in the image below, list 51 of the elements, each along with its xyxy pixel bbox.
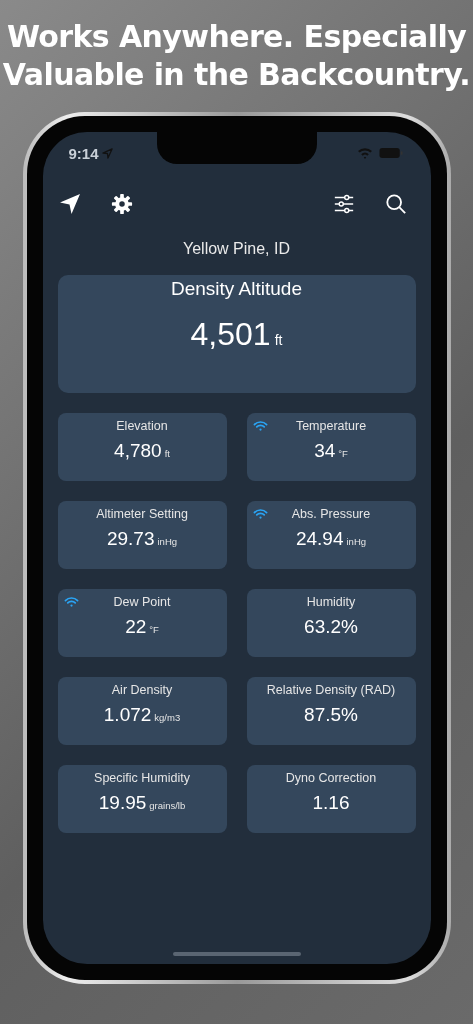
card-value: 87.5% [304, 704, 358, 726]
card-value: 4,501 [190, 316, 271, 353]
status-time: 9:14 [68, 144, 99, 162]
card-value: 1.16 [312, 792, 350, 814]
card-value: 22 [125, 616, 147, 638]
wifi-icon [356, 147, 373, 159]
reading-card[interactable]: Altimeter Setting 29.73 inHg [57, 501, 227, 569]
location-name: Yellow Pine, ID [183, 240, 290, 258]
headline-text: Valuable in the Backcountry. [2, 56, 471, 94]
unit-label: °F [149, 624, 159, 635]
location-arrow-icon [101, 147, 113, 159]
unit-label: ft [274, 332, 283, 348]
card-value: 29.73 [106, 528, 155, 550]
unit-label: kg/m3 [154, 712, 181, 723]
location-arrow-icon[interactable] [58, 193, 81, 215]
card-title: Temperature [295, 419, 367, 433]
card-value: 63.2% [304, 616, 358, 638]
card-title: Abs. Pressure [291, 507, 371, 521]
unit-label: grains/lb [149, 800, 186, 811]
unit-label: ft [164, 448, 170, 459]
card-value: 24.94 [295, 528, 344, 550]
unit-label: inHg [157, 536, 178, 547]
card-title: Specific Humidity [94, 771, 190, 785]
reading-card[interactable]: Specific Humidity 19.95 grains/lb [57, 765, 227, 833]
card-title: Air Density [111, 683, 173, 697]
card-value: 1.072 [103, 704, 152, 726]
card-title: Altimeter Setting [96, 507, 188, 521]
reading-card[interactable]: Dyno Correction 1.16 [246, 765, 416, 833]
reading-card[interactable]: Dew Point 22°F [57, 589, 227, 657]
card-value: 34 [314, 440, 336, 462]
reading-card[interactable]: Relative Density (RAD) 87.5% [246, 677, 416, 745]
battery-icon [378, 147, 403, 159]
card-title: Humidity [306, 595, 356, 609]
reading-card[interactable]: Abs. Pressure 24.94 inHg [246, 501, 416, 569]
card-title: Dyno Correction [285, 771, 377, 785]
card-title: Elevation [116, 419, 168, 433]
settings-icon[interactable] [110, 193, 133, 215]
reading-card[interactable]: Elevation 4,780 ft [57, 413, 227, 481]
reading-card[interactable]: Temperature 34°F [246, 413, 416, 481]
card-title: Dew Point [113, 595, 171, 609]
card-title: Density Altitude [171, 278, 302, 300]
reading-card[interactable]: Air Density 1.072 kg/m3 [57, 677, 227, 745]
reading-card[interactable]: Humidity 63.2% [246, 589, 416, 657]
unit-label: inHg [346, 536, 367, 547]
headline-text: Works Anywhere. Especially [5, 18, 468, 56]
card-value: 4,780 [114, 440, 162, 462]
unit-label: °F [338, 448, 348, 459]
card-title: Relative Density (RAD) [266, 683, 396, 697]
card-value: 19.95 [98, 792, 147, 814]
search-icon[interactable] [384, 193, 407, 215]
sliders-icon[interactable] [332, 193, 355, 215]
